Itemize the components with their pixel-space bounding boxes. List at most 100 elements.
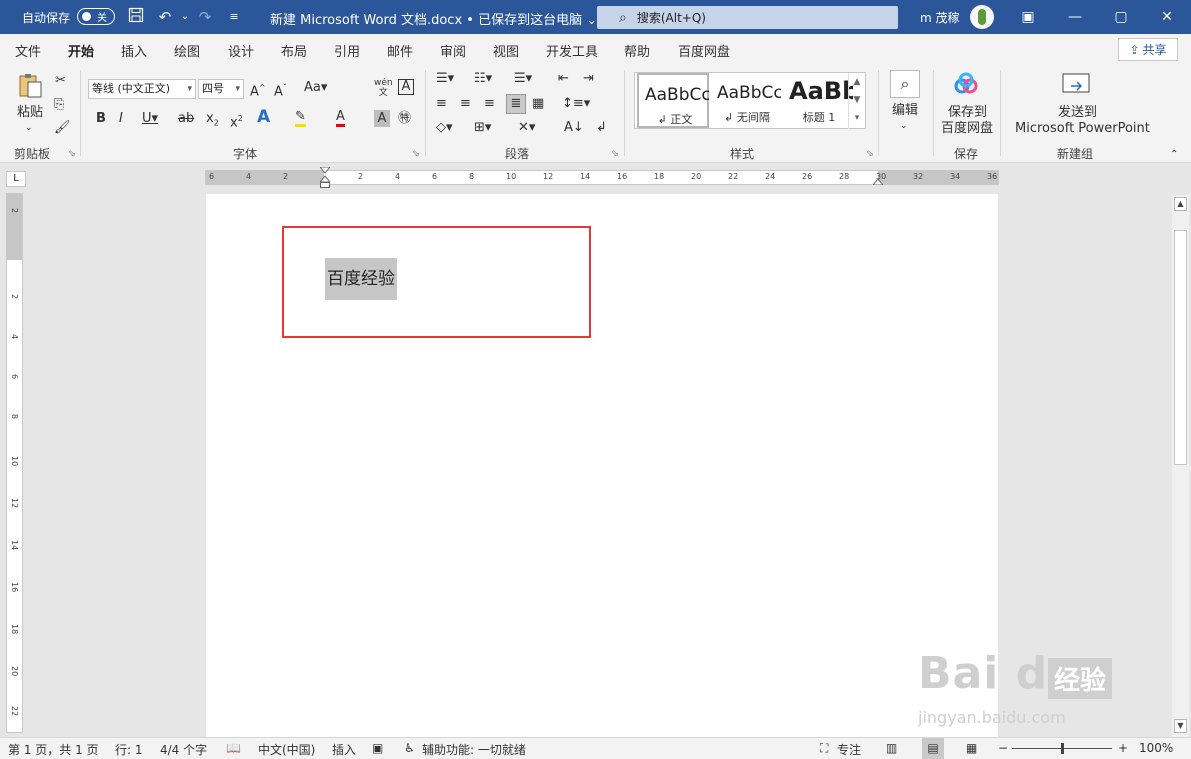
highlight-icon[interactable]: ✎ <box>295 110 306 127</box>
align-center-icon[interactable]: ≡ <box>460 95 471 113</box>
tab-help[interactable]: 帮助 <box>624 41 650 60</box>
line-spacing-icon[interactable]: ↕≡▾ <box>562 95 590 113</box>
decrease-indent-icon[interactable]: ⇤ <box>558 70 569 88</box>
font-launcher-icon[interactable]: ⬂ <box>412 149 420 159</box>
close-button[interactable]: ✕ <box>1144 0 1190 34</box>
tab-home[interactable]: 开始 <box>68 41 95 67</box>
format-painter-icon[interactable]: 🖌 <box>54 119 71 137</box>
bullets-icon[interactable]: ☰▾ <box>436 70 454 88</box>
status-page[interactable]: 第 1 页，共 1 页 <box>8 741 99 758</box>
status-words[interactable]: 4/4 个字 <box>160 741 207 758</box>
more-styles-icon[interactable]: ▾ <box>849 109 865 127</box>
character-shading-icon[interactable]: A <box>374 110 390 127</box>
superscript-icon[interactable]: x2 <box>230 110 243 132</box>
macro-icon[interactable]: ▣ <box>372 741 383 755</box>
horizontal-ruler[interactable]: 6 4 2 2 4 6 8 10 12 14 16 18 20 22 24 26 28 30 32 34 36 <box>205 166 999 188</box>
italic-icon[interactable]: I <box>119 110 123 128</box>
cut-icon[interactable]: ✂ <box>55 72 66 90</box>
baidu-netdisk-icon[interactable] <box>952 72 980 98</box>
paste-dropdown-icon[interactable]: ⌄ <box>25 119 33 137</box>
share-button[interactable]: ⇪ 共享 <box>1118 38 1178 61</box>
style-heading-1[interactable]: AaBb 标题 1 <box>783 73 855 128</box>
scroll-thumb[interactable] <box>1174 230 1187 465</box>
paragraph-launcher-icon[interactable]: ⬂ <box>611 149 619 159</box>
proofing-icon[interactable]: 📖 <box>226 741 241 755</box>
document-text[interactable]: 百度经验 <box>325 258 397 300</box>
zoom-out-icon[interactable]: − <box>998 741 1008 755</box>
show-marks-icon[interactable]: ↲ <box>596 119 607 137</box>
save-icon[interactable] <box>126 7 146 27</box>
tab-references[interactable]: 引用 <box>334 41 360 60</box>
subscript-icon[interactable]: x2 <box>206 110 219 133</box>
find-icon[interactable]: ⌕ <box>890 70 920 98</box>
tab-developer[interactable]: 开发工具 <box>546 41 598 60</box>
status-mode[interactable]: 插入 <box>332 741 356 758</box>
undo-icon[interactable]: ↶ <box>155 7 175 27</box>
collapse-ribbon-icon[interactable]: ⌃ <box>1170 146 1178 164</box>
shading-icon[interactable]: ◇▾ <box>436 119 453 137</box>
sort-icon[interactable]: A↓ <box>564 119 584 137</box>
styles-scroll[interactable]: ▲ ▼ ▾ <box>848 73 865 129</box>
clipboard-launcher-icon[interactable]: ⬂ <box>68 149 76 159</box>
tab-mailings[interactable]: 邮件 <box>387 41 413 60</box>
font-size-select[interactable]: 四号 ▾ <box>198 79 244 99</box>
indent-marker[interactable] <box>318 166 332 189</box>
copy-icon[interactable]: ⎘ <box>54 96 64 114</box>
phonetic-guide-icon[interactable]: wén 文 <box>374 78 393 98</box>
status-line[interactable]: 行: 1 <box>115 741 143 758</box>
tab-draw[interactable]: 绘图 <box>174 41 200 60</box>
strikethrough-icon[interactable]: ab <box>178 110 194 128</box>
scroll-up-icon[interactable]: ▲ <box>1174 197 1187 211</box>
print-layout-icon[interactable]: ▤ <box>922 738 944 759</box>
tab-layout[interactable]: 布局 <box>281 41 307 60</box>
send-to-ppt-line2[interactable]: Microsoft PowerPoint <box>1015 120 1150 138</box>
tab-view[interactable]: 视图 <box>493 41 519 60</box>
zoom-slider-thumb[interactable] <box>1061 743 1064 754</box>
web-layout-icon[interactable]: ▦ <box>966 741 977 755</box>
grow-font-icon[interactable]: A^ <box>250 79 266 101</box>
scroll-down-icon[interactable]: ▼ <box>1174 719 1187 733</box>
font-name-select[interactable]: 等线 (中文正文) ▾ <box>88 79 196 99</box>
tab-baidu-netdisk[interactable]: 百度网盘 <box>678 41 730 60</box>
bold-icon[interactable]: B <box>96 110 106 128</box>
tab-design[interactable]: 设计 <box>228 41 254 60</box>
align-left-icon[interactable]: ≡ <box>436 95 447 113</box>
multilevel-list-icon[interactable]: ☰▾ <box>514 70 532 88</box>
restore-button[interactable]: ▢ <box>1098 0 1144 34</box>
ribbon-display-options-icon[interactable]: ▣ <box>1005 0 1051 34</box>
style-normal[interactable]: AaBbCcDd ↲ 正文 <box>637 73 709 128</box>
tab-file[interactable]: 文件 <box>15 41 41 60</box>
save-to-baidu-line2[interactable]: 百度网盘 <box>941 120 993 138</box>
redo-icon[interactable]: ↷ <box>195 7 215 27</box>
text-effects-icon[interactable]: A <box>257 108 270 126</box>
document-title[interactable]: 新建 Microsoft Word 文档.docx • 已保存到这台电脑 ⌄ <box>270 9 597 28</box>
change-case-icon[interactable]: Aa▾ <box>304 79 327 97</box>
enclose-character-icon[interactable]: A <box>398 79 414 95</box>
undo-dropdown-icon[interactable]: ⌄ <box>175 7 195 27</box>
search-box[interactable]: ⌕ 搜索(Alt+Q) <box>597 6 898 29</box>
paste-icon[interactable] <box>16 72 46 100</box>
autosave-toggle[interactable]: 关 <box>77 8 115 25</box>
shrink-font-icon[interactable]: Aˇ <box>274 79 287 101</box>
zoom-in-icon[interactable]: + <box>1118 741 1128 755</box>
avatar[interactable] <box>970 5 994 29</box>
asian-layout-icon[interactable]: ✕▾ <box>518 119 535 137</box>
status-focus[interactable]: 专注 <box>837 741 861 758</box>
justify-icon[interactable]: ≣ <box>506 94 526 114</box>
style-no-spacing[interactable]: AaBbCcDd ↲ 无间隔 <box>711 73 783 128</box>
numbering-icon[interactable]: ☷▾ <box>474 70 492 88</box>
chevron-down-icon[interactable]: ▼ <box>849 91 865 109</box>
tab-insert[interactable]: 插入 <box>121 41 147 60</box>
accessibility-icon[interactable]: ♿ <box>404 741 415 755</box>
tab-selector[interactable]: L <box>6 171 26 187</box>
increase-indent-icon[interactable]: ⇥ <box>583 70 594 88</box>
chevron-down-icon[interactable]: ⌄ <box>900 117 908 135</box>
enclose-icon[interactable]: ㊕ <box>398 110 411 128</box>
distributed-icon[interactable]: ▦ <box>532 95 544 113</box>
align-right-icon[interactable]: ≡ <box>484 95 495 113</box>
minimize-button[interactable]: — <box>1052 0 1098 34</box>
font-color-icon[interactable]: A <box>336 110 345 127</box>
user-name[interactable]: m 茂稼 <box>920 9 960 26</box>
styles-launcher-icon[interactable]: ⬂ <box>866 149 874 159</box>
vertical-ruler[interactable]: 2 2 4 6 8 10 12 14 16 18 20 22 <box>6 193 23 733</box>
